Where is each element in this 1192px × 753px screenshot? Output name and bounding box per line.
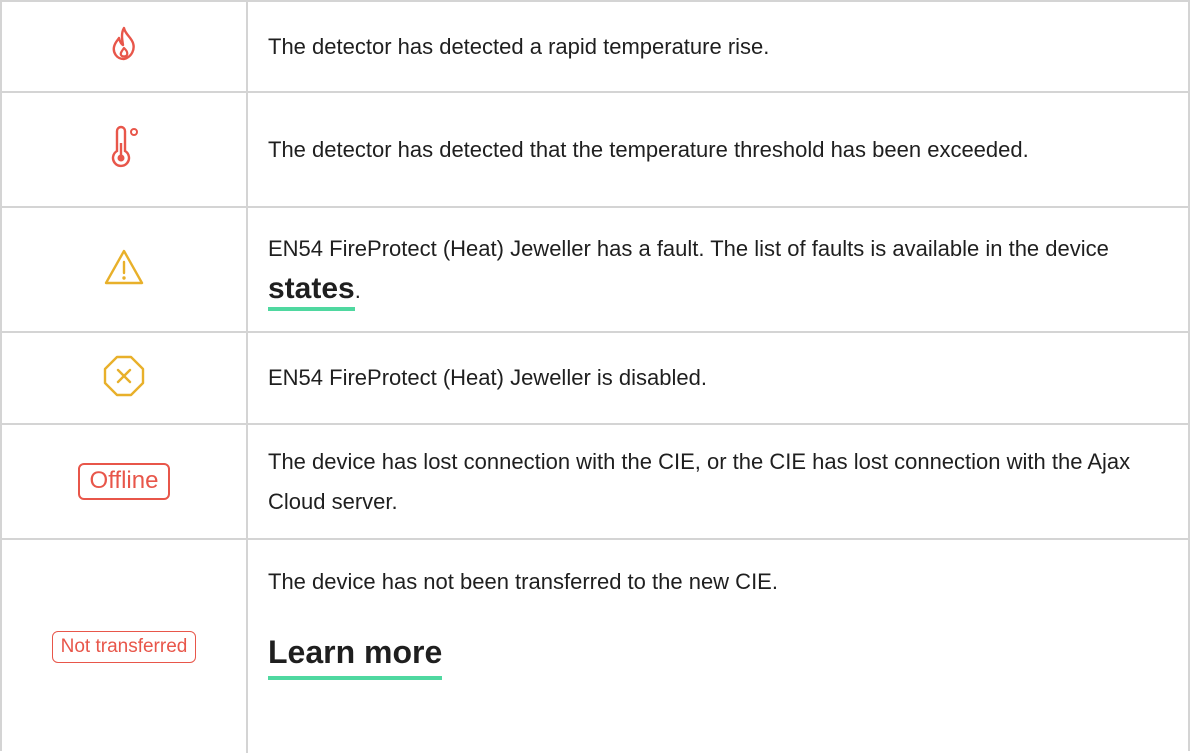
offline-badge: Offline (77, 463, 171, 500)
table-row: EN54 FireProtect (Heat) Jeweller is disa… (2, 333, 1188, 425)
row-text-part: EN54 FireProtect (Heat) Jeweller has a f… (268, 235, 1109, 261)
row-text: The detector has detected that the tempe… (268, 136, 1029, 162)
description-cell: The device has not been transferred to t… (248, 540, 1188, 753)
learn-more-wrap: Learn more (268, 632, 1170, 680)
thermometer-icon (107, 125, 141, 174)
learn-more-link[interactable]: Learn more (268, 632, 443, 680)
icon-cell (2, 93, 248, 206)
icon-cell: Not transferred (2, 540, 248, 753)
description-cell: The detector has detected that the tempe… (248, 93, 1188, 206)
table-row: The detector has detected a rapid temper… (2, 2, 1188, 93)
flame-icon (104, 24, 144, 69)
states-link[interactable]: states (268, 271, 355, 311)
table-row: Not transferred The device has not been … (2, 540, 1188, 753)
table-row: EN54 FireProtect (Heat) Jeweller has a f… (2, 208, 1188, 333)
icon-cell (2, 208, 248, 331)
description-cell: EN54 FireProtect (Heat) Jeweller is disa… (248, 333, 1188, 423)
disabled-octagon-icon (102, 354, 146, 403)
icon-cell (2, 2, 248, 91)
icon-cell (2, 333, 248, 423)
warning-triangle-icon (103, 247, 145, 292)
description-cell: The detector has detected a rapid temper… (248, 2, 1188, 91)
row-text: The device has lost connection with the … (268, 448, 1131, 514)
table-row: The detector has detected that the tempe… (2, 93, 1188, 208)
description-cell: EN54 FireProtect (Heat) Jeweller has a f… (248, 208, 1188, 331)
row-text: EN54 FireProtect (Heat) Jeweller has a f… (268, 229, 1170, 311)
states-table: The detector has detected a rapid temper… (0, 0, 1190, 753)
row-text: EN54 FireProtect (Heat) Jeweller is disa… (268, 365, 707, 390)
table-row: Offline The device has lost connection w… (2, 425, 1188, 540)
row-text: The device has not been transferred to t… (268, 569, 778, 594)
row-text-part: . (354, 277, 361, 303)
row-text: The detector has detected a rapid temper… (268, 33, 770, 59)
icon-cell: Offline (2, 425, 248, 538)
description-cell: The device has lost connection with the … (248, 425, 1188, 538)
not-transferred-badge: Not transferred (51, 630, 197, 663)
